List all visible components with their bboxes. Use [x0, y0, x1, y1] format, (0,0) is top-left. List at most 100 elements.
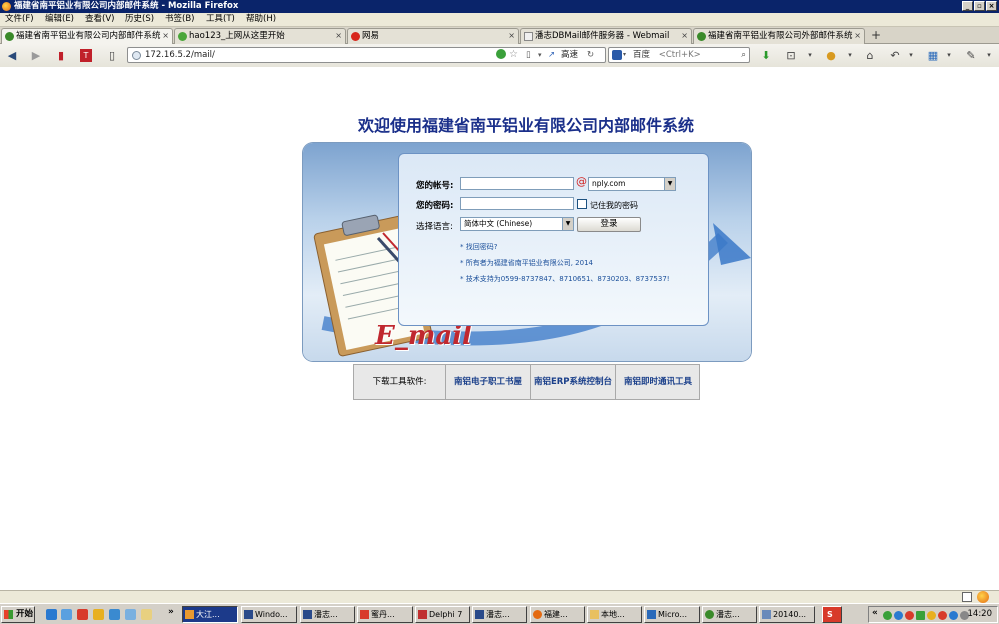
menu-edit[interactable]: 编辑(E) [45, 13, 74, 26]
firefox-status-icon[interactable] [977, 591, 989, 603]
taskbar-label: 潘志... [716, 610, 740, 619]
menu-view[interactable]: 查看(V) [85, 13, 114, 26]
explorer-icon[interactable] [125, 609, 136, 620]
reload-icon[interactable]: ↻ [587, 48, 594, 62]
forward-arrow-icon[interactable]: ▶ [29, 49, 43, 62]
taskbar-item-7[interactable]: 本地... [587, 606, 642, 623]
tab-internal-mail[interactable]: 福建省南平铝业有限公司内部邮件系统 × [1, 28, 173, 45]
navigation-bar: ◀ ▶ ▮ T ▯ 172.16.5.2/mail/ ☆ ▯ ▾ ↗ 高速 ↻ … [0, 44, 999, 67]
tray-icon[interactable] [938, 611, 947, 620]
menu-file[interactable]: 文件(F) [5, 13, 34, 26]
menu-help[interactable]: 帮助(H) [246, 13, 276, 26]
tab-close-icon[interactable]: × [681, 29, 688, 43]
taskbar-item-9[interactable]: 潘志... [702, 606, 757, 623]
forgot-password-link[interactable]: * 找回密码? [460, 242, 497, 252]
chevron-down-icon[interactable]: ▾ [806, 49, 814, 62]
language-label: 选择语言: [416, 222, 453, 232]
menu-bookmarks[interactable]: 书签(B) [165, 13, 194, 26]
language-select[interactable]: 简体中文 (Chinese) ▼ [460, 217, 574, 231]
firefox-window: 福建省南平铝业有限公司内部邮件系统 - Mozilla Firefox _ ▫ … [0, 0, 999, 624]
search-placeholder: <Ctrl+K> [658, 50, 701, 60]
back-arrow-icon[interactable]: ◀ [5, 49, 19, 62]
tray-icon[interactable] [949, 611, 958, 620]
account-input[interactable] [460, 177, 574, 190]
chevron-down-icon[interactable]: ▾ [907, 49, 915, 62]
globe-icon [697, 32, 706, 41]
qq-icon[interactable] [93, 609, 104, 620]
download-tools-bar: 下载工具软件: 南铝电子职工书屋 南铝ERP系统控制台 南铝即时通讯工具 [353, 364, 700, 400]
taskbar-item-3[interactable]: 蜜丹... [357, 606, 413, 623]
taskbar-item-6[interactable]: 福建... [530, 606, 585, 623]
chevron-down-icon[interactable]: ▾ [945, 49, 953, 62]
search-icon[interactable]: ⌕ [741, 48, 746, 62]
tray-icon[interactable] [916, 611, 925, 620]
close-button[interactable]: × [986, 1, 997, 11]
star-icon[interactable]: ☆ [509, 48, 518, 62]
desktop-icon[interactable] [61, 609, 72, 620]
qq-tray-icon[interactable] [927, 611, 936, 620]
ie-icon[interactable] [46, 609, 57, 620]
tool-link-erp[interactable]: 南铝ERP系统控制台 [531, 365, 616, 399]
windows-logo-icon [4, 610, 13, 619]
maximize-button[interactable]: ▫ [974, 1, 985, 11]
chevron-right-icon[interactable]: » [168, 607, 174, 617]
remember-checkbox[interactable] [577, 199, 587, 209]
login-button[interactable]: 登录 [577, 217, 641, 232]
tool-link-ebook[interactable]: 南铝电子职工书屋 [446, 365, 531, 399]
page-tool-icon[interactable]: ▯ [106, 49, 118, 62]
apps-icon[interactable]: ▦ [927, 49, 939, 62]
tab-external-mail[interactable]: 福建省南平铝业有限公司外部邮件系统 × [693, 28, 865, 44]
tab-close-icon[interactable]: × [162, 29, 169, 43]
mobile-icon[interactable]: ▯ [526, 48, 531, 62]
taskbar-item-11[interactable]: S [822, 606, 842, 623]
taskbar-item-10[interactable]: 20140... [759, 606, 815, 623]
taskbar-item-0[interactable]: 大江... [182, 606, 238, 623]
url-bar[interactable]: 172.16.5.2/mail/ ☆ ▯ ▾ ↗ 高速 ↻ [127, 47, 606, 63]
tab-netease[interactable]: 网易 × [347, 28, 519, 44]
tools-icon[interactable]: ✎ [965, 49, 977, 62]
speed-label[interactable]: 高速 [561, 48, 578, 62]
taskbar-item-8[interactable]: Micro... [644, 606, 700, 623]
home-icon[interactable]: ⌂ [864, 49, 876, 62]
new-tab-button[interactable]: + [869, 29, 883, 43]
taskbar: 开始 » 大江... Windo... 潘志... 蜜丹... Delphi 7… [0, 603, 999, 624]
taskbar-item-4[interactable]: Delphi 7 [415, 606, 470, 623]
toolbar-t-icon[interactable]: T [80, 49, 92, 62]
start-button[interactable]: 开始 [1, 606, 35, 623]
tray-icon[interactable] [894, 611, 903, 620]
menu-history[interactable]: 历史(S) [125, 13, 154, 26]
tab-close-icon[interactable]: × [508, 29, 515, 43]
search-engine-label: 百度 [633, 50, 651, 60]
go-icon[interactable] [496, 49, 506, 59]
app-icon[interactable] [77, 609, 88, 620]
chevron-down-icon[interactable]: ▾ [623, 48, 626, 62]
chevron-down-icon[interactable]: ▾ [985, 49, 993, 62]
tab-hao123[interactable]: hao123_上网从这里开始 × [174, 28, 346, 44]
search-bar[interactable]: ▾ 百度 <Ctrl+K> ⌕ [608, 47, 750, 63]
bookmark-icon[interactable]: ▮ [55, 49, 67, 62]
minimize-button[interactable]: _ [962, 1, 973, 11]
chevron-left-icon[interactable]: « [872, 608, 878, 618]
network-icon[interactable] [109, 609, 120, 620]
folder-icon[interactable] [141, 609, 152, 620]
menu-tools[interactable]: 工具(T) [206, 13, 235, 26]
taskbar-item-1[interactable]: Windo... [241, 606, 297, 623]
tray-icon[interactable] [905, 611, 914, 620]
chevron-down-icon[interactable]: ▾ [538, 48, 542, 62]
undo-icon[interactable]: ↶ [889, 49, 901, 62]
domain-select[interactable]: nply.com ▼ [588, 177, 676, 191]
download-icon[interactable]: ⬇ [760, 49, 772, 62]
hao123-icon [178, 32, 187, 41]
tab-close-icon[interactable]: × [854, 29, 861, 43]
tab-close-icon[interactable]: × [335, 29, 342, 43]
popup-icon[interactable] [962, 592, 972, 602]
chevron-down-icon[interactable]: ▾ [846, 49, 854, 62]
tray-icon[interactable] [883, 611, 892, 620]
password-input[interactable] [460, 197, 574, 210]
screenshot-icon[interactable]: ⊡ [784, 49, 798, 62]
taskbar-item-2[interactable]: 潘志... [300, 606, 355, 623]
taskbar-item-5[interactable]: 潘志... [472, 606, 527, 623]
tab-dbmail[interactable]: 潘志DBMail邮件服务器 - Webmail × [520, 28, 692, 44]
addon-icon[interactable]: ● [825, 49, 837, 62]
tool-link-im[interactable]: 南铝即时通讯工具 [616, 365, 700, 399]
